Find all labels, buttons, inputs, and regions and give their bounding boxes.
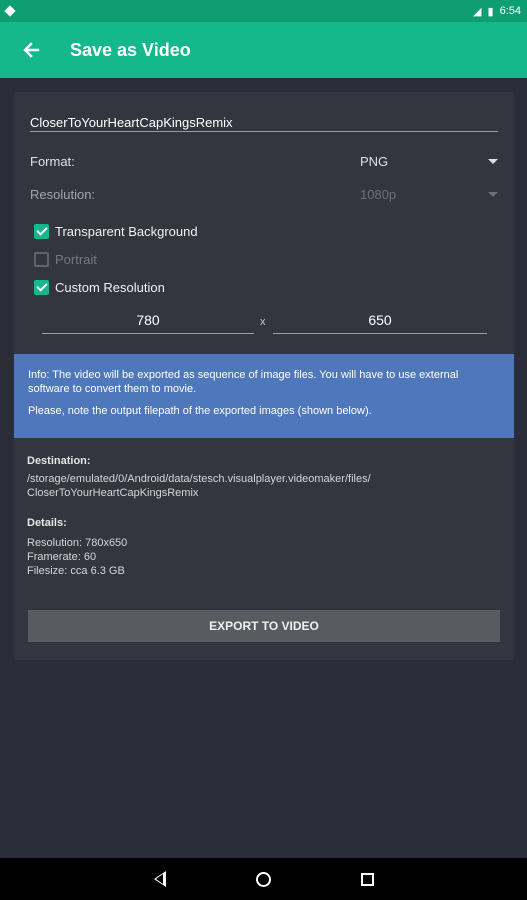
destination-heading: Destination:: [27, 455, 91, 467]
resolution-select[interactable]: Resolution: 1080p: [30, 183, 498, 207]
info-banner: Info: The video will be exported as sequ…: [14, 354, 514, 438]
info-text: Info: The video will be exported as sequ…: [28, 369, 459, 395]
details-framerate: Framerate: 60: [27, 551, 97, 563]
height-input[interactable]: 650: [273, 312, 487, 334]
nav-back-icon[interactable]: [153, 871, 166, 887]
custom-resolution-label: Custom Resolution: [55, 279, 165, 295]
resolution-label: Resolution:: [30, 187, 96, 202]
dropdown-arrow-icon: [488, 159, 498, 164]
dropdown-arrow-icon: [488, 192, 498, 197]
details-heading: Details:: [27, 517, 67, 529]
app-bar: Save as Video: [0, 22, 527, 78]
portrait-label: Portrait: [55, 251, 97, 267]
destination-path-filename: CloserToYourHeartCapKingsRemix: [27, 487, 199, 499]
transparent-background-label: Transparent Background: [55, 223, 198, 239]
details-section: Details: Resolution: 780x650 Framerate: …: [27, 516, 127, 578]
details-resolution: Resolution: 780x650: [27, 537, 128, 549]
info-note: Please, note the output filepath of the …: [28, 405, 372, 417]
signal-icon: ◢: [473, 5, 482, 18]
format-value: PNG: [360, 154, 389, 169]
checkbox-checked-icon: [34, 279, 49, 295]
export-to-video-button[interactable]: EXPORT TO VIDEO: [28, 610, 500, 642]
width-input[interactable]: 780: [42, 312, 254, 334]
format-label: Format:: [30, 154, 75, 169]
notification-icon: [4, 5, 16, 17]
battery-icon: ▮: [487, 5, 494, 18]
nav-home-icon[interactable]: [255, 871, 271, 887]
export-settings-card: CloserToYourHeartCapKingsRemix Format: P…: [14, 92, 514, 660]
filename-value: CloserToYourHeartCapKingsRemix: [30, 115, 233, 130]
custom-resolution-checkbox[interactable]: Custom Resolution: [34, 277, 165, 297]
format-select[interactable]: Format: PNG: [30, 150, 498, 174]
navigation-bar: [0, 858, 527, 900]
page-title: Save as Video: [70, 39, 191, 60]
dimension-separator: x: [260, 316, 266, 328]
details-filesize: Filesize: cca 6.3 GB: [27, 565, 125, 577]
checkbox-unchecked-icon: [34, 251, 49, 267]
arrow-left-icon: [23, 42, 40, 58]
filename-input[interactable]: CloserToYourHeartCapKingsRemix: [30, 108, 498, 132]
back-button[interactable]: [0, 22, 62, 78]
status-time: 6:54: [499, 5, 521, 17]
status-icons: ◢ ▮ 6:54: [473, 5, 521, 18]
status-bar: ◢ ▮ 6:54: [0, 0, 527, 22]
checkbox-checked-icon: [34, 223, 49, 239]
transparent-background-checkbox[interactable]: Transparent Background: [34, 221, 198, 241]
nav-recents-icon[interactable]: [360, 872, 374, 886]
destination-path: /storage/emulated/0/Android/data/stesch.…: [27, 473, 371, 485]
destination-section: Destination: /storage/emulated/0/Android…: [27, 454, 371, 500]
portrait-checkbox[interactable]: Portrait: [34, 249, 97, 269]
resolution-value: 1080p: [360, 187, 397, 202]
